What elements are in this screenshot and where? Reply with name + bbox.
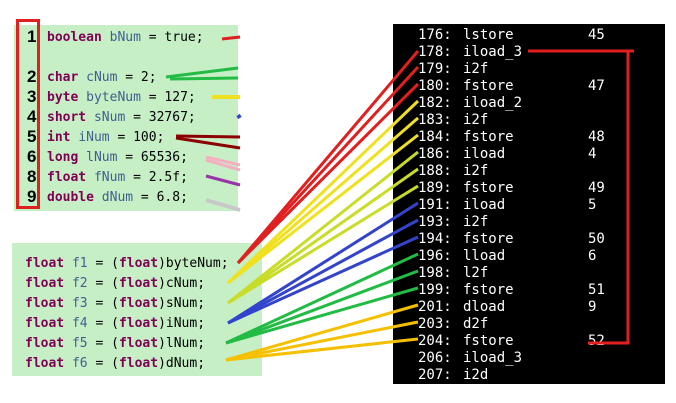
connector-yellow xyxy=(226,99,420,285)
stub-red xyxy=(221,35,241,41)
connector-yellow xyxy=(227,116,419,285)
stub-darkred-2 xyxy=(175,136,241,150)
connector-yellow xyxy=(227,133,419,285)
connector-green xyxy=(225,252,419,345)
connector-lines xyxy=(165,35,634,362)
stub-green-2 xyxy=(169,76,239,81)
stub-darkred xyxy=(175,134,241,139)
stub-green xyxy=(165,66,239,79)
connector-blue xyxy=(227,201,419,325)
connector-green xyxy=(225,286,419,345)
stub-gray xyxy=(205,198,241,212)
stub-purple xyxy=(205,174,241,187)
bracket-red xyxy=(528,49,630,345)
stub-blue xyxy=(236,113,242,120)
